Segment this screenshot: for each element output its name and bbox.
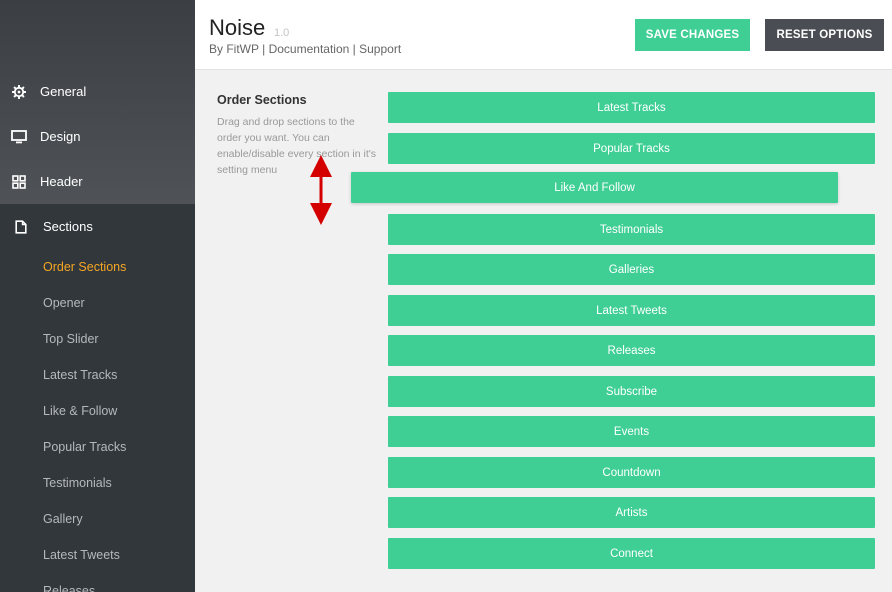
sidebar-top-group: General Design Header	[0, 0, 195, 204]
submenu-item-popular-tracks[interactable]: Popular Tracks	[0, 429, 195, 465]
monitor-icon	[10, 128, 28, 146]
page-header: Noise 1.0 By FitWP | Documentation | Sup…	[195, 0, 892, 70]
section-item-artists[interactable]: Artists	[388, 497, 875, 528]
section-item-testimonials[interactable]: Testimonials	[388, 214, 875, 245]
section-item-releases[interactable]: Releases	[388, 335, 875, 366]
document-icon	[12, 218, 30, 236]
sidebar-item-sections[interactable]: Sections	[0, 204, 195, 249]
gear-icon	[10, 83, 28, 101]
sidebar-item-label: Header	[40, 174, 83, 189]
section-item-popular-tracks[interactable]: Popular Tracks	[388, 133, 875, 164]
submenu-item-top-slider[interactable]: Top Slider	[0, 321, 195, 357]
option-description: Drag and drop sections to the order you …	[217, 116, 377, 176]
submenu-item-order-sections[interactable]: Order Sections	[0, 249, 195, 285]
sidebar-item-label: General	[40, 84, 87, 99]
sidebar-item-header[interactable]: Header	[0, 159, 195, 204]
byline: By FitWP | Documentation | Support	[209, 42, 401, 56]
grid-icon	[10, 173, 28, 191]
main-content: Order Sections Drag and drop sections to…	[195, 71, 892, 592]
section-item-countdown[interactable]: Countdown	[388, 457, 875, 488]
section-item-subscribe[interactable]: Subscribe	[388, 376, 875, 407]
sidebar-item-general[interactable]: General	[0, 69, 195, 114]
save-changes-button[interactable]: SAVE CHANGES	[635, 19, 750, 51]
submenu-item-testimonials[interactable]: Testimonials	[0, 465, 195, 501]
drag-arrow-icon	[310, 155, 332, 225]
sidebar-item-design[interactable]: Design	[0, 114, 195, 159]
section-item-connect[interactable]: Connect	[388, 538, 875, 569]
sidebar-item-label: Design	[40, 129, 81, 144]
documentation-link[interactable]: Documentation	[269, 42, 350, 56]
sections-submenu: Order Sections Opener Top Slider Latest …	[0, 249, 195, 592]
submenu-item-opener[interactable]: Opener	[0, 285, 195, 321]
submenu-item-latest-tweets[interactable]: Latest Tweets	[0, 537, 195, 573]
section-item-like-and-follow[interactable]: Like And Follow	[351, 172, 838, 203]
sidebar: General Design Header Sections Order Sec…	[0, 0, 195, 592]
section-item-latest-tracks[interactable]: Latest Tracks	[388, 92, 875, 123]
submenu-item-like-follow[interactable]: Like & Follow	[0, 393, 195, 429]
support-link[interactable]: Support	[359, 42, 401, 56]
author-link[interactable]: By FitWP	[209, 42, 259, 56]
option-title: Order Sections	[217, 93, 307, 107]
section-item-events[interactable]: Events	[388, 416, 875, 447]
submenu-item-gallery[interactable]: Gallery	[0, 501, 195, 537]
byline-separator: |	[352, 42, 356, 56]
version-label: 1.0	[274, 27, 290, 39]
section-item-galleries[interactable]: Galleries	[388, 254, 875, 285]
submenu-item-latest-tracks[interactable]: Latest Tracks	[0, 357, 195, 393]
page-title: Noise	[209, 15, 266, 40]
reset-options-button[interactable]: RESET OPTIONS	[765, 19, 884, 51]
sidebar-item-label: Sections	[43, 219, 93, 234]
section-item-latest-tweets[interactable]: Latest Tweets	[388, 295, 875, 326]
byline-separator: |	[262, 42, 266, 56]
submenu-item-releases[interactable]: Releases	[0, 573, 195, 592]
